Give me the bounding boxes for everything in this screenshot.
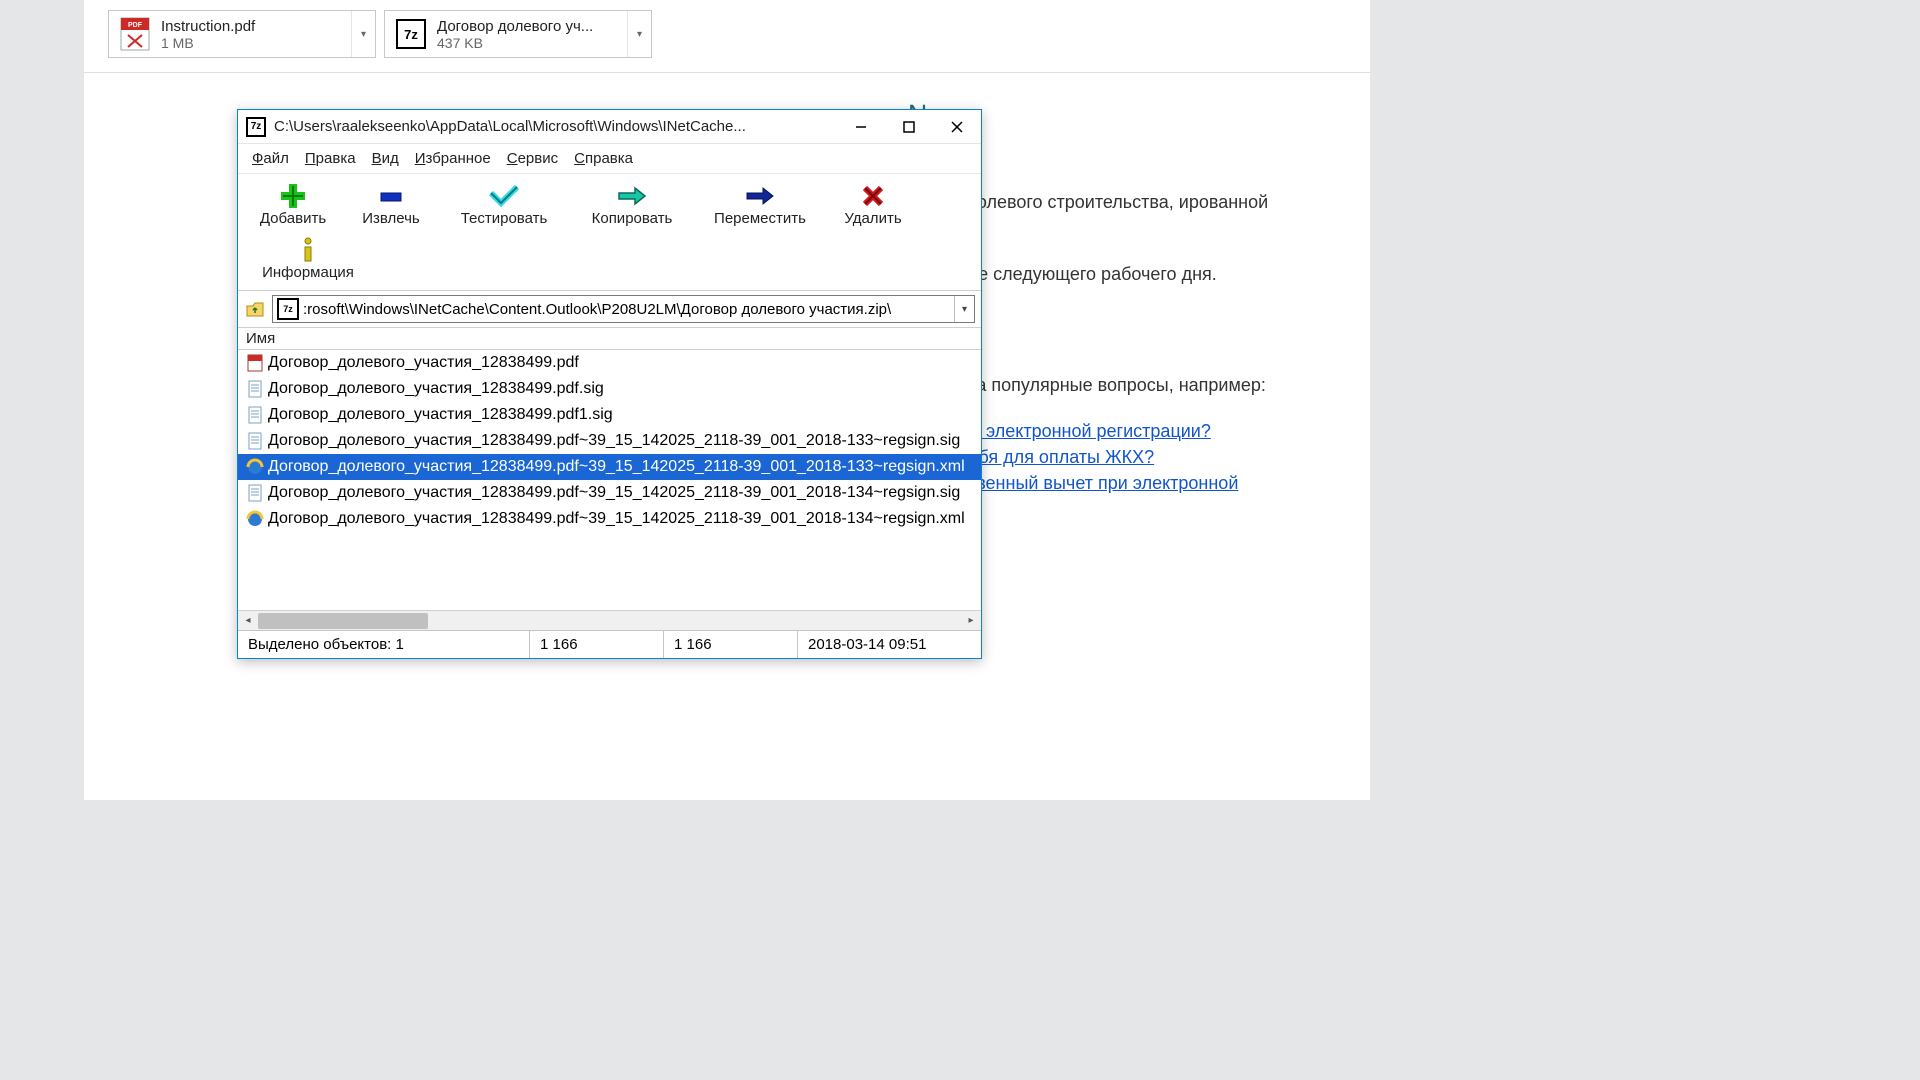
scroll-thumb[interactable] (258, 613, 428, 629)
attachment-dropdown[interactable]: ▾ (627, 11, 651, 57)
x-icon (862, 184, 884, 208)
file-row[interactable]: Договор_долевого_участия_12838499.pdf1.s… (238, 402, 981, 428)
file-name: Договор_долевого_участия_12838499.pdf~39… (268, 432, 960, 450)
extract-button[interactable]: Извлечь (342, 178, 440, 232)
up-button[interactable] (244, 298, 266, 320)
move-button[interactable]: Переместить (696, 178, 824, 232)
menu-tools[interactable]: Сервис (501, 148, 564, 169)
plus-icon (281, 184, 305, 208)
sevenz-icon: 7z (393, 16, 429, 52)
file-row[interactable]: Договор_долевого_участия_12838499.pdf~39… (238, 506, 981, 532)
file-list[interactable]: Договор_долевого_участия_12838499.pdf Дог… (238, 350, 981, 610)
status-size1: 1 166 (530, 631, 664, 658)
file-row[interactable]: Договор_долевого_участия_12838499.pdf.si… (238, 376, 981, 402)
menu-help[interactable]: Справка (568, 148, 639, 169)
maximize-button[interactable] (885, 110, 933, 144)
close-icon (951, 121, 963, 133)
ie-file-icon (246, 458, 264, 476)
pdf-icon: PDF (117, 16, 153, 52)
info-button[interactable]: Информация (244, 232, 372, 286)
status-bar: Выделено объектов: 1 1 166 1 166 2018-03… (238, 630, 981, 658)
status-date: 2018-03-14 09:51 (798, 631, 981, 658)
txt-file-icon (246, 380, 264, 398)
sevenz-icon: 7z (277, 298, 299, 320)
scroll-left-button[interactable]: ◂ (238, 611, 258, 631)
menu-favorites[interactable]: Избранное (409, 148, 497, 169)
horizontal-scrollbar[interactable]: ◂ ▸ (238, 610, 981, 630)
file-name: Договор_долевого_участия_12838499.pdf~39… (268, 484, 960, 502)
file-name: Договор_долевого_участия_12838499.pdf (268, 354, 579, 372)
menubar: Файл Правка Вид Избранное Сервис Справка (238, 144, 981, 174)
svg-text:PDF: PDF (128, 22, 143, 29)
test-button[interactable]: Тестировать (440, 178, 568, 232)
file-row[interactable]: Договор_долевого_участия_12838499.pdf~39… (238, 454, 981, 480)
copy-button[interactable]: Копировать (568, 178, 696, 232)
svg-text:7z: 7z (404, 27, 418, 42)
arrow-right-outline-icon (617, 184, 647, 208)
path-text: :rosoft\Windows\INetCache\Content.Outloo… (303, 301, 954, 318)
file-name: Договор_долевого_участия_12838499.pdf~39… (268, 510, 965, 528)
minus-icon (379, 184, 403, 208)
folder-up-icon (245, 299, 265, 319)
status-size2: 1 166 (664, 631, 798, 658)
maximize-icon (903, 121, 915, 133)
info-icon (298, 238, 318, 262)
attachment-item[interactable]: PDF Instruction.pdf 1 MB ▾ (108, 10, 376, 58)
toolbar: Добавить Извлечь Тестировать Копировать … (238, 174, 981, 291)
minimize-icon (855, 121, 867, 133)
attachment-size: 437 KB (437, 35, 627, 51)
txt-file-icon (246, 406, 264, 424)
attachment-size: 1 MB (161, 35, 351, 51)
column-name[interactable]: Имя (246, 330, 275, 347)
file-row[interactable]: Договор_долевого_участия_12838499.pdf~39… (238, 428, 981, 454)
sevenzip-window: 7z C:\Users\raalekseenko\AppData\Local\M… (237, 109, 982, 659)
ie-file-icon (246, 510, 264, 528)
menu-edit[interactable]: Правка (299, 148, 362, 169)
address-bar: 7z :rosoft\Windows\INetCache\Content.Out… (238, 291, 981, 328)
attachment-name: Instruction.pdf (161, 18, 351, 35)
check-icon (489, 184, 519, 208)
file-name: Договор_долевого_участия_12838499.pdf~39… (268, 458, 965, 476)
status-selection: Выделено объектов: 1 (238, 631, 530, 658)
attachments-bar: PDF Instruction.pdf 1 MB ▾ 7z Договор до… (84, 0, 1370, 68)
close-button[interactable] (933, 110, 981, 144)
txt-file-icon (246, 432, 264, 450)
arrow-right-solid-icon (745, 184, 775, 208)
scroll-right-button[interactable]: ▸ (961, 611, 981, 631)
file-name: Договор_долевого_участия_12838499.pdf1.s… (268, 406, 613, 424)
sevenz-app-icon: 7z (246, 117, 266, 137)
window-title: C:\Users\raalekseenko\AppData\Local\Micr… (274, 118, 837, 135)
column-header[interactable]: Имя (238, 328, 981, 350)
divider (84, 72, 1370, 73)
titlebar[interactable]: 7z C:\Users\raalekseenko\AppData\Local\M… (238, 110, 981, 144)
add-button[interactable]: Добавить (244, 178, 342, 232)
file-name: Договор_долевого_участия_12838499.pdf.si… (268, 380, 604, 398)
path-combo[interactable]: 7z :rosoft\Windows\INetCache\Content.Out… (272, 295, 975, 323)
file-row[interactable]: Договор_долевого_участия_12838499.pdf~39… (238, 480, 981, 506)
scroll-track[interactable] (258, 611, 961, 630)
menu-view[interactable]: Вид (366, 148, 405, 169)
attachment-dropdown[interactable]: ▾ (351, 11, 375, 57)
attachment-item[interactable]: 7z Договор долевого уч... 437 KB ▾ (384, 10, 652, 58)
delete-button[interactable]: Удалить (824, 178, 922, 232)
attachment-name: Договор долевого уч... (437, 18, 627, 35)
minimize-button[interactable] (837, 110, 885, 144)
menu-file[interactable]: Файл (246, 148, 295, 169)
chevron-down-icon[interactable]: ▾ (954, 296, 974, 322)
file-row[interactable]: Договор_долевого_участия_12838499.pdf (238, 350, 981, 376)
txt-file-icon (246, 484, 264, 502)
pdf-file-icon (246, 354, 264, 372)
